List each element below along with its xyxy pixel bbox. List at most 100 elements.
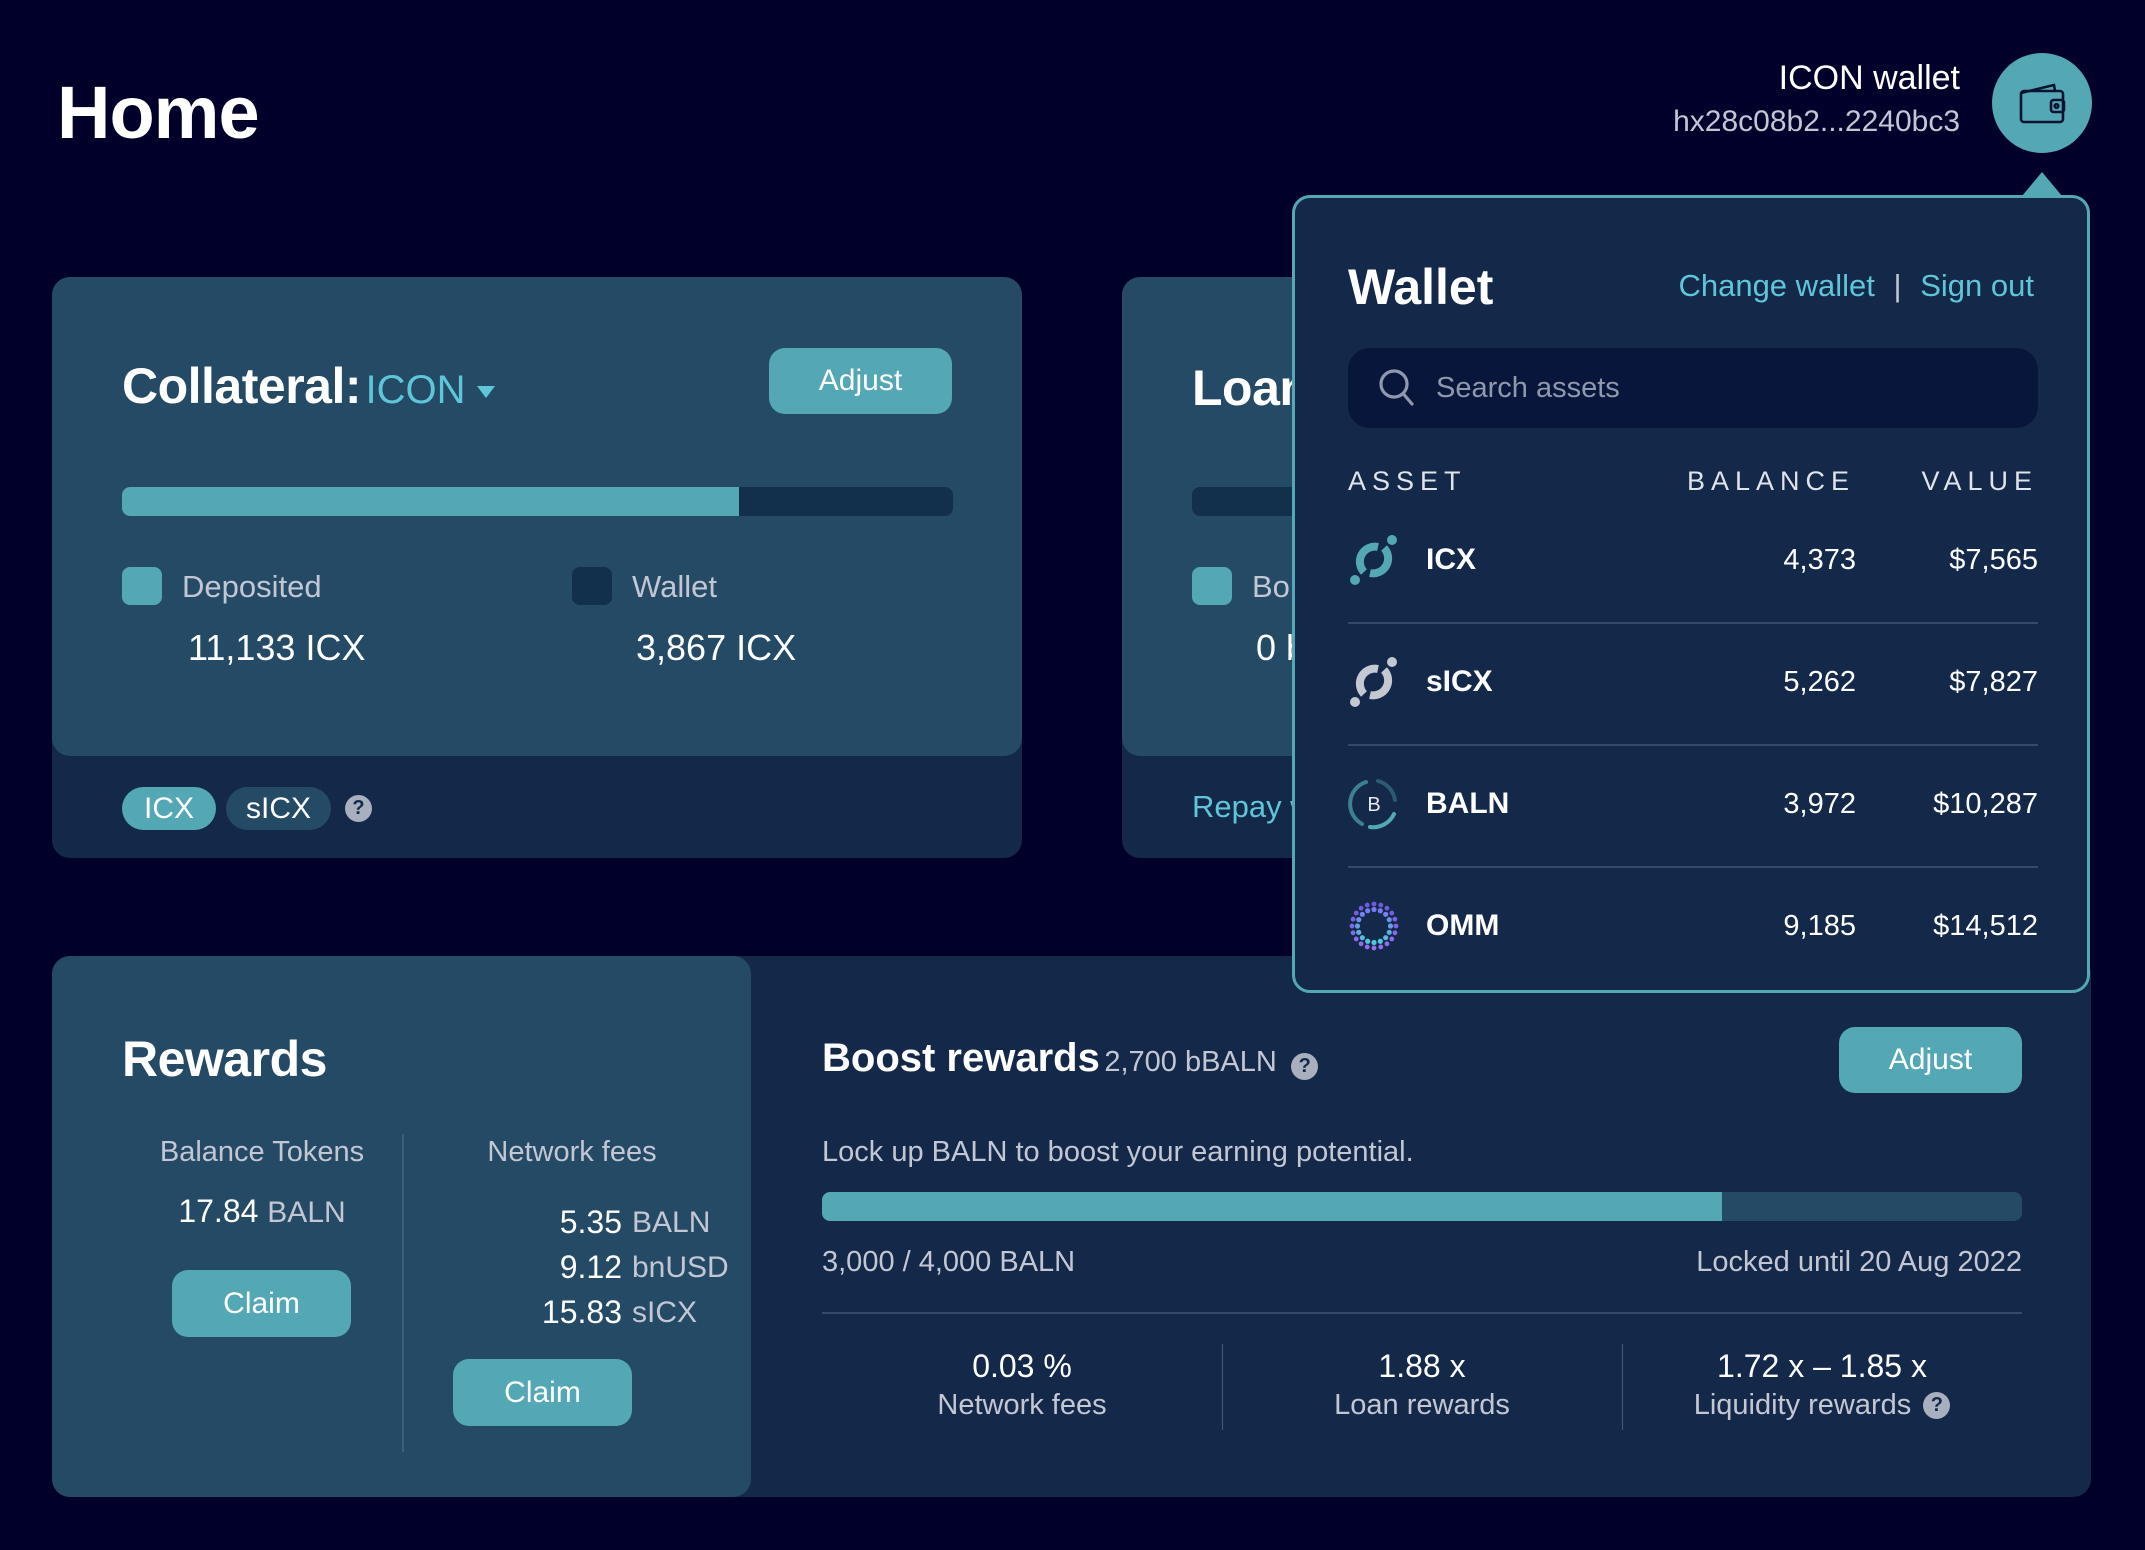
- network-fees-units: BALN bnUSD sICX: [632, 1200, 729, 1335]
- baln-logo-icon: B: [1348, 779, 1397, 830]
- boost-title: Boost rewards: [822, 1036, 1100, 1080]
- reward-amount: 17.84: [178, 1193, 259, 1229]
- omm-logo-dot: [1359, 911, 1365, 917]
- collateral-card-body: Collateral: ICON Adjust Deposited 11,133…: [52, 277, 1022, 756]
- asset-value: $7,565: [1949, 544, 2038, 576]
- omm-logo-dot: [1378, 902, 1384, 908]
- stat-label: Liquidity rewards: [1693, 1389, 1912, 1421]
- change-wallet-link[interactable]: Change wallet: [1678, 268, 1874, 303]
- claim-balance-tokens-button[interactable]: Claim: [172, 1270, 351, 1337]
- boost-divider: [822, 1312, 2022, 1314]
- boost-bbaln: 2,700 bBALN: [1104, 1046, 1277, 1078]
- omm-logo-dot: [1364, 902, 1370, 908]
- omm-logo-dot: [1389, 910, 1395, 916]
- wallet-popup: Wallet Change wallet | Sign out ASSET BA…: [1292, 195, 2090, 993]
- reward-unit: BALN: [632, 1206, 711, 1239]
- balance-tokens-reward: 17.84 BALN: [122, 1193, 402, 1230]
- sign-out-link[interactable]: Sign out: [1920, 268, 2034, 303]
- collateral-asset-label: ICON: [365, 368, 466, 412]
- reward-unit: sICX: [632, 1296, 698, 1329]
- help-icon[interactable]: ?: [1291, 1053, 1319, 1081]
- chip-icx[interactable]: ICX: [122, 787, 216, 830]
- wallet-address: hx28c08b2...2240bc3: [1673, 105, 1960, 138]
- collateral-progress-bar: [122, 487, 953, 516]
- omm-logo-dot: [1371, 901, 1377, 907]
- stat-loan-rewards: 1.88 x Loan rewards: [1222, 1348, 1622, 1422]
- collateral-asset-dropdown[interactable]: ICON: [365, 368, 496, 412]
- omm-logo-dot: [1384, 905, 1390, 911]
- omm-logo-dot: [1350, 930, 1356, 936]
- asset-symbol: sICX: [1426, 665, 1493, 698]
- asset-value: $10,287: [1933, 788, 2038, 820]
- wallet-icon: [2019, 83, 2066, 124]
- omm-logo-dot: [1353, 936, 1359, 942]
- omm-logo-dot: [1383, 911, 1389, 917]
- page-title: Home: [57, 71, 260, 154]
- omm-logo-dot: [1392, 916, 1398, 922]
- column-header-value: VALUE: [1921, 466, 2038, 496]
- asset-row-omm[interactable]: OMM 9,185 $14,512: [1348, 866, 2038, 986]
- stat-value: 1.72 x – 1.85 x: [1717, 1348, 1927, 1384]
- reward-unit: BALN: [267, 1196, 346, 1229]
- rewards-divider: [402, 1134, 404, 1452]
- wallet-button[interactable]: [1992, 53, 2092, 153]
- sicx-logo-icon: [1350, 657, 1397, 707]
- collateral-card: Collateral: ICON Adjust Deposited 11,133…: [52, 277, 1022, 858]
- wallet-popup-links: Change wallet | Sign out: [1678, 268, 2034, 304]
- collateral-title: Collateral:: [122, 358, 362, 414]
- help-icon[interactable]: ?: [1923, 1392, 1951, 1419]
- omm-logo-icon: [1349, 901, 1399, 951]
- omm-logo-dot: [1365, 938, 1371, 944]
- reward-unit: bnUSD: [632, 1251, 729, 1284]
- deposited-label: Deposited: [182, 569, 322, 604]
- popup-arrow: [2022, 172, 2062, 196]
- rewards-title: Rewards: [122, 1031, 327, 1087]
- asset-balance: 4,373: [1783, 544, 1856, 576]
- reward-amount: 5.35: [559, 1204, 622, 1240]
- search-input[interactable]: [1436, 371, 1996, 405]
- deposited-swatch: [122, 567, 162, 605]
- stat-label-row: Liquidity rewards ?: [1622, 1389, 2022, 1422]
- asset-value: $14,512: [1933, 910, 2038, 942]
- network-fees-label: Network fees: [487, 1136, 657, 1168]
- reward-amount: 15.83: [541, 1294, 622, 1330]
- network-fees-amounts: 5.35 9.12 15.83: [432, 1200, 622, 1335]
- balance-tokens-column: Balance Tokens 17.84 BALN: [122, 1136, 402, 1230]
- claim-network-fees-button[interactable]: Claim: [453, 1359, 632, 1426]
- asset-balance: 5,262: [1783, 666, 1856, 698]
- wallet-name: ICON wallet: [1778, 59, 1960, 97]
- search-icon: [1379, 369, 1414, 406]
- omm-logo-dot: [1371, 906, 1377, 913]
- omm-logo-dot: [1356, 929, 1362, 935]
- chip-sicx[interactable]: sICX: [226, 787, 331, 830]
- link-separator: |: [1893, 268, 1902, 303]
- omm-logo-dot: [1387, 923, 1394, 929]
- asset-row-icx[interactable]: ICX 4,373 $7,565: [1348, 500, 2038, 620]
- asset-balance: 9,185: [1783, 910, 1856, 942]
- search-box: [1348, 348, 2038, 428]
- wallet-swatch: [572, 567, 612, 605]
- borrowed-swatch: [1192, 567, 1232, 605]
- boost-adjust-button[interactable]: Adjust: [1839, 1027, 2022, 1093]
- omm-logo-dot: [1354, 923, 1361, 929]
- asset-row-baln[interactable]: B BALN 3,972 $10,287: [1348, 744, 2038, 864]
- icx-logo-icon: [1350, 535, 1397, 585]
- rewards-panel: Rewards Balance Tokens 17.84 BALN Claim …: [52, 956, 751, 1497]
- collateral-adjust-button[interactable]: Adjust: [769, 348, 952, 414]
- column-header-asset: ASSET: [1348, 466, 1467, 496]
- omm-logo-dot: [1392, 930, 1398, 936]
- boost-heading: Boost rewards 2,700 bBALN ?: [822, 1036, 1319, 1081]
- stat-value: 0.03 %: [972, 1348, 1072, 1384]
- omm-logo-dot: [1383, 935, 1389, 941]
- omm-logo-dot: [1371, 945, 1377, 951]
- collateral-progress-fill: [122, 487, 739, 516]
- omm-logo-dot: [1389, 936, 1395, 942]
- asset-row-sicx[interactable]: sICX 5,262 $7,827: [1348, 622, 2038, 742]
- omm-logo-dot: [1365, 908, 1371, 914]
- help-icon[interactable]: ?: [345, 795, 372, 822]
- omm-logo-dot: [1358, 941, 1364, 947]
- column-header-balance: BALANCE: [1686, 466, 1855, 496]
- asset-balance: 3,972: [1783, 788, 1856, 820]
- stat-liquidity-rewards: 1.72 x – 1.85 x Liquidity rewards ?: [1622, 1348, 2022, 1422]
- omm-logo-dot: [1386, 917, 1392, 923]
